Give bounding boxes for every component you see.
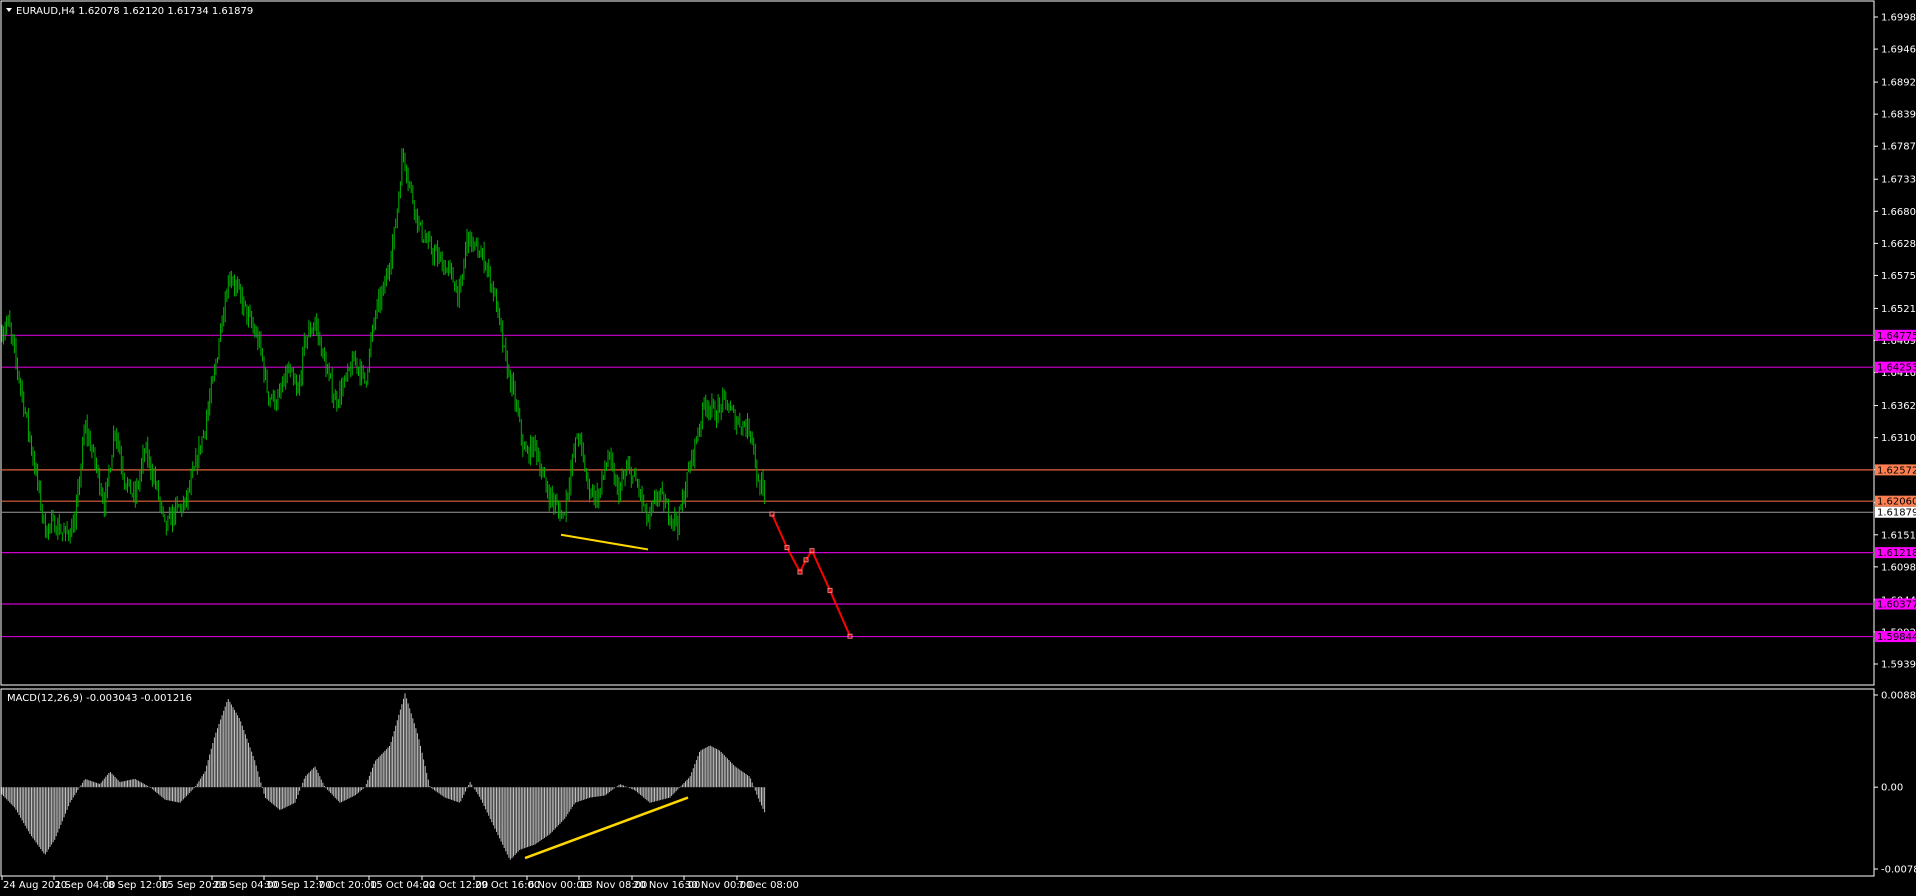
price-tick-label: 1.65215 [1881,304,1916,315]
macd-tick-label: -0.007852 [1881,865,1916,876]
macd-histogram [1,693,766,860]
price-tick-label: 1.61510 [1881,530,1916,541]
price-tick-label: 1.67330 [1881,175,1916,186]
level-price-label: 1.59844 [1877,632,1916,643]
time-tick-label: 7 Oct 20:00 [318,880,377,891]
macd-header: MACD(12,26,9) -0.003043 -0.001216 [7,693,192,704]
macd-pane-frame [0,688,1875,877]
price-tick-label: 1.68395 [1881,110,1916,121]
price-pane-frame [0,0,1875,686]
level-price-label: 1.62060 [1877,497,1916,508]
price-tick-label: 1.63100 [1881,433,1916,444]
price-tick-label: 1.69985 [1881,13,1916,24]
price-tick-label: 1.67870 [1881,142,1916,153]
level-price-label: 1.62572 [1877,465,1916,476]
macd-tick-label: 0.00 [1881,783,1903,794]
time-axis: 24 Aug 20201 Sep 04:008 Sep 12:0015 Sep … [1,876,799,891]
macd-axis: 0.008848 0.00 -0.007852 [1874,691,1916,876]
time-tick-label: 1 Sep 04:00 [55,880,115,891]
price-axis: 1.69985 1.69460 1.68920 1.68395 1.67870 1.673… [1874,13,1916,671]
level-price-label: 1.61218 [1877,548,1916,559]
symbol-header: EURAUD,H4 1.62078 1.62120 1.61734 1.6187… [16,6,253,17]
price-tick-label: 1.66805 [1881,207,1916,218]
drawn-objects[interactable] [560,511,853,639]
price-candles [1,148,766,544]
price-trendline[interactable] [560,533,649,551]
price-tick-label: 1.60985 [1881,562,1916,573]
price-tick-label: 1.65755 [1881,271,1916,282]
chart-window[interactable]: 1.69985 1.69460 1.68920 1.68395 1.67870 1.673… [0,0,1916,896]
price-tick-label: 1.68920 [1881,78,1916,89]
level-price-label: 1.64775 [1877,331,1916,342]
price-tick-label: 1.69460 [1881,45,1916,56]
price-tick-label: 1.63625 [1881,401,1916,412]
price-tick-label: 1.59395 [1881,660,1916,671]
price-tick-label: 1.66280 [1881,239,1916,250]
chart-menu-triangle-icon[interactable] [6,8,12,12]
macd-tick-label: 0.008848 [1881,691,1916,702]
projection-path[interactable] [771,513,851,637]
current-price-label: 1.61879 [1877,508,1916,519]
time-tick-label: 7 Dec 08:00 [738,880,799,891]
time-tick-label: 8 Sep 12:00 [108,880,168,891]
level-price-label: 1.60377 [1877,600,1916,611]
level-price-label: 1.64253 [1877,363,1916,374]
